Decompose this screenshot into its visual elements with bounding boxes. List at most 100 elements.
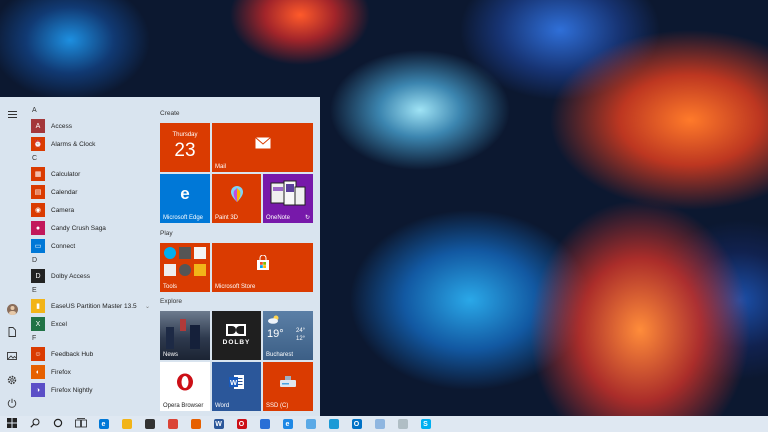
app-item-calendar[interactable]: ▤ Calendar (26, 183, 154, 201)
news-tile[interactable]: News (160, 311, 210, 360)
taskbar-chrome[interactable] (161, 416, 184, 432)
app-item-firefox-nightly[interactable]: ◑ Firefox Nightly (26, 381, 154, 399)
app-icon: X (31, 317, 45, 331)
app-item-connect[interactable]: ▭ Connect (26, 237, 154, 255)
taskbar-app1[interactable] (368, 416, 391, 432)
calendar-tile[interactable]: Thursday 23 (160, 123, 210, 172)
edge-beta-icon (328, 419, 339, 429)
firefox-icon (190, 419, 201, 429)
cortana-icon (53, 418, 63, 430)
taskbar-outlook[interactable]: O (345, 416, 368, 432)
app-label: Candy Crush Saga (51, 224, 106, 232)
weather-tile[interactable]: 19° 24° 12° Bucharest (263, 311, 313, 360)
taskbar-skype[interactable]: S (414, 416, 437, 432)
app-icon: ▮ (31, 299, 45, 313)
app-icon: ◉ (31, 203, 45, 217)
app-item-excel[interactable]: X Excel (26, 315, 154, 333)
search-icon (29, 418, 40, 430)
app-label: EaseUS Partition Master 13.5 (51, 302, 137, 310)
app-item-alarms-clock[interactable]: ⏰ Alarms & Clock (26, 135, 154, 153)
tool-mini-icon (179, 263, 191, 276)
app-item-calculator[interactable]: ▦ Calculator (26, 165, 154, 183)
taskbar-word[interactable]: W (207, 416, 230, 432)
paint3d-tile[interactable]: Paint 3D (212, 174, 261, 223)
power-icon[interactable] (4, 395, 20, 411)
search-button[interactable] (23, 416, 46, 432)
edge-icon: e (180, 183, 190, 203)
app-list[interactable]: A A Access ⏰ Alarms & Clock C ▦ Calculator ▤ Cale… (26, 105, 154, 416)
taskbar-opera[interactable]: O (230, 416, 253, 432)
cortana-button[interactable] (46, 416, 69, 432)
app-icon: ◐ (31, 365, 45, 379)
app-item-access[interactable]: A Access (26, 117, 154, 135)
app-item-firefox[interactable]: ◐ Firefox (26, 363, 154, 381)
app-label: Dolby Access (51, 272, 91, 280)
taskbar: e W Oe O S (0, 416, 768, 432)
cloud-sun-icon (267, 315, 281, 324)
ssd-tile[interactable]: SSD (C) (263, 362, 313, 411)
taskbar-firefox[interactable] (184, 416, 207, 432)
taskview-button[interactable] (69, 416, 92, 432)
word-icon: W (212, 362, 261, 401)
start-menu: A A Access ⏰ Alarms & Clock C ▦ Calculator ▤ Cale… (0, 97, 320, 416)
word-label: Word (215, 403, 230, 409)
tools-folder-tile[interactable]: Tools (160, 243, 210, 292)
word-tile[interactable]: W Word (212, 362, 261, 411)
app-label: Camera (51, 206, 75, 214)
news-photo-figure (166, 327, 174, 349)
calendar-date: 23 (174, 140, 196, 161)
dolby-label: DOLBY (222, 339, 251, 346)
outlook-icon: O (351, 419, 362, 429)
section-letter[interactable]: F (26, 333, 154, 345)
user-avatar[interactable] (4, 301, 20, 317)
dolby-tile[interactable]: DOLBY (212, 311, 261, 360)
mail-tile[interactable]: Mail (212, 123, 313, 172)
skype-mini-icon (164, 247, 176, 259)
start-rail (0, 97, 24, 416)
app-label: Firefox (51, 368, 71, 376)
app-icon: D (31, 269, 45, 283)
folder-icon (121, 419, 132, 429)
onenote-tile[interactable]: OneNote ↻ (263, 174, 313, 223)
taskbar-edge[interactable]: e (92, 416, 115, 432)
opera-icon: O (236, 419, 247, 429)
section-letter[interactable]: A (26, 105, 154, 117)
weather-temp: 19° (267, 328, 284, 340)
taskbar-notepad[interactable] (299, 416, 322, 432)
calendar-day: Thursday (172, 132, 198, 138)
taskbar-app2[interactable] (391, 416, 414, 432)
app-icon: A (31, 119, 45, 133)
section-letter[interactable]: E (26, 285, 154, 297)
app-item-candy-crush-saga[interactable]: ● Candy Crush Saga (26, 219, 154, 237)
app-item-dolby-access[interactable]: D Dolby Access (26, 267, 154, 285)
app-icon (397, 419, 408, 429)
chrome-icon (167, 419, 178, 429)
news-label: News (163, 352, 179, 358)
news-photo-figure (190, 325, 200, 349)
settings-icon[interactable] (4, 372, 20, 388)
taskbar-edge-beta[interactable] (322, 416, 345, 432)
document-icon[interactable] (4, 324, 20, 340)
app-item-easeus-partition-master-13-5[interactable]: ▮ EaseUS Partition Master 13.5 ⌄ (26, 297, 154, 315)
onenote-preview-icon (263, 174, 313, 213)
group-title-create: Create (160, 110, 180, 117)
app-icon: ▭ (31, 239, 45, 253)
chevron-down-icon[interactable]: ⌄ (145, 303, 150, 310)
section-letter[interactable]: C (26, 153, 154, 165)
taskview-icon (74, 418, 87, 430)
taskbar-store[interactable] (138, 416, 161, 432)
section-letter[interactable]: D (26, 255, 154, 267)
opera-tile[interactable]: Opera Browser (160, 362, 210, 411)
weather-low: 12° (296, 336, 306, 342)
app-item-feedback-hub[interactable]: ☺ Feedback Hub (26, 345, 154, 363)
app-item-camera[interactable]: ◉ Camera (26, 201, 154, 219)
start-button[interactable] (0, 416, 23, 432)
store-tile[interactable]: Microsoft Store (212, 243, 313, 292)
taskbar-explorer[interactable] (115, 416, 138, 432)
pictures-icon[interactable] (4, 348, 20, 364)
taskbar-onedrive[interactable] (253, 416, 276, 432)
tool-mini-icon (179, 247, 191, 259)
hamburger-icon[interactable] (4, 106, 20, 122)
edge-tile[interactable]: e Microsoft Edge (160, 174, 210, 223)
taskbar-ie[interactable]: e (276, 416, 299, 432)
